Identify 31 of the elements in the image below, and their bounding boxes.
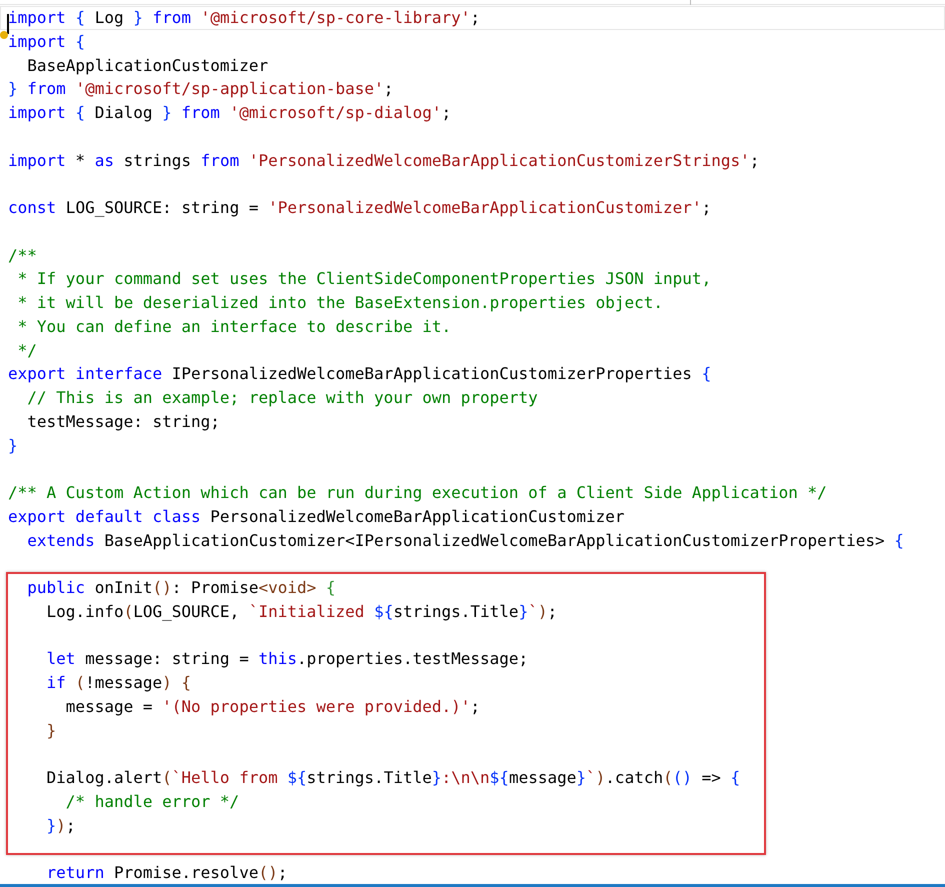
code-line: BaseApplicationCustomizer	[26, 54, 268, 76]
code-line: }	[46, 720, 56, 742]
code-line: Dialog.alert(`Hello from ${strings.Title}:\n\n${message}`).catch(() => {	[46, 767, 740, 789]
code-line: * If your command set uses the ClientSideComponentProperties JSON input,	[16, 268, 712, 290]
code-line: message = '(No properties were provided.)';	[64, 696, 480, 718]
code-line: let message: string = this.properties.testMessage;	[46, 648, 528, 670]
code-line: } from '@microsoft/sp-application-base';	[8, 78, 394, 100]
code-line: /* handle error */	[64, 790, 240, 813]
code-line: export interface IPersonalizedWelcomeBarApplicationCustomizerProperties {	[8, 363, 712, 386]
code-line: /** A Custom Action which can be run during execution of a Client Side Application */	[8, 482, 827, 504]
lightbulb-icon[interactable]	[0, 31, 8, 39]
code-line: import { Log } from '@microsoft/sp-core-library';	[8, 7, 480, 29]
code-line: */	[16, 340, 37, 362]
code-line: const LOG_SOURCE: string = 'PersonalizedWelcomeBarApplicationCustomizer';	[8, 197, 712, 219]
code-line: * it will be deserialized into the BaseExtension.properties object.	[16, 292, 664, 314]
code-line: Log.info(LOG_SOURCE, `Initialized ${strings.Title}`);	[46, 600, 558, 623]
code-line: import { Dialog } from '@microsoft/sp-dialog';	[8, 102, 452, 124]
code-line: }	[8, 434, 18, 456]
code-line: if (!message) {	[46, 672, 192, 694]
code-line: export default class PersonalizedWelcomeBarApplicationCustomizer	[8, 506, 624, 528]
code-line: testMessage: string;	[26, 410, 220, 433]
code-line: /**	[8, 244, 37, 266]
code-line: * You can define an interface to describe it.	[16, 316, 452, 338]
code-line: });	[46, 814, 76, 836]
code-line: // This is an example; replace with your own property	[26, 387, 538, 409]
code-line: return Promise.resolve();	[46, 862, 288, 884]
text-cursor	[7, 14, 9, 34]
code-line: extends BaseApplicationCustomizer<IPersonalizedWelcomeBarApplicationCustomizerProperties> {	[26, 530, 904, 552]
code-line: public onInit(): Promise<void> {	[26, 577, 336, 599]
code-line: import {	[8, 30, 86, 53]
code-line: import * as strings from 'PersonalizedWelcomeBarApplicationCustomizerStrings';	[8, 150, 760, 172]
